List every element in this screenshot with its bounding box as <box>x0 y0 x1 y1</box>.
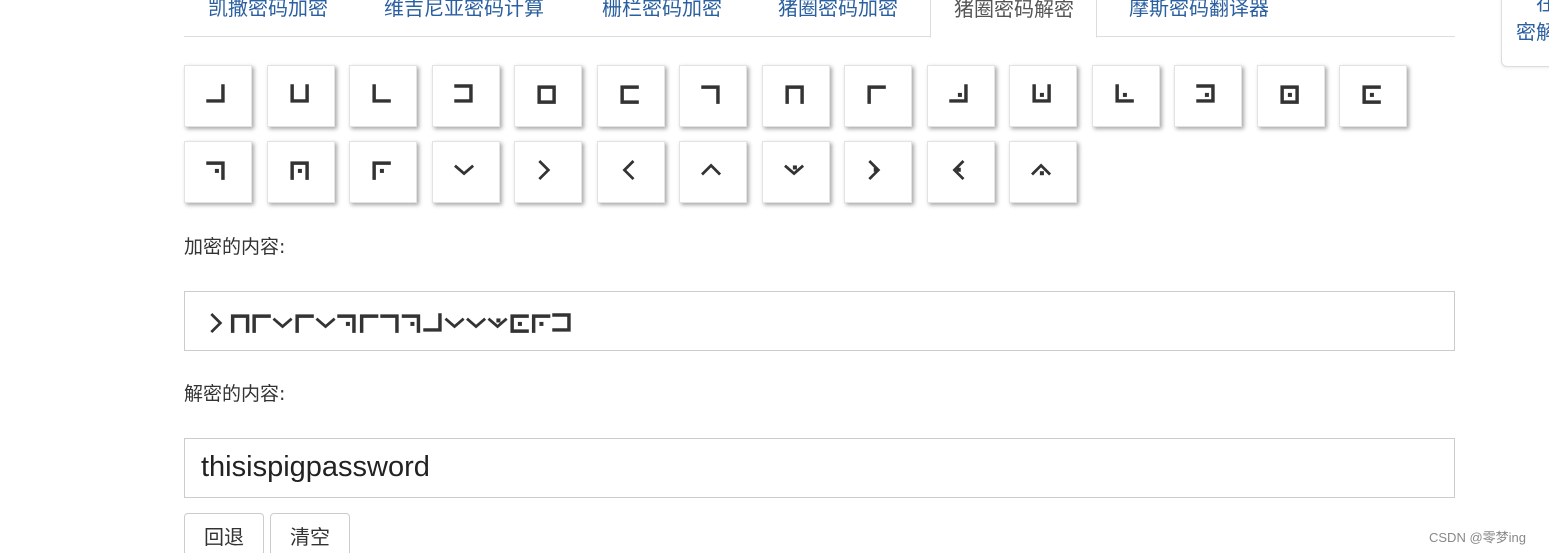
pigpen-symbol-button[interactable] <box>926 65 995 127</box>
pigpen-glyph-icon <box>951 160 964 181</box>
side-floating-widget[interactable]: 在 密解 <box>1501 0 1549 67</box>
pigpen-glyph-icon <box>1196 84 1215 103</box>
pigpen-glyph-icon <box>701 163 722 176</box>
pigpen-glyph-icon <box>372 84 391 103</box>
pigpen-glyph-icon <box>289 161 309 180</box>
pigpen-symbol-button[interactable] <box>679 141 747 203</box>
pigpen-glyph-icon <box>289 84 309 103</box>
pigpen-glyph-icon <box>948 84 968 103</box>
pigpen-symbol-button[interactable] <box>349 65 417 127</box>
pigpen-glyph-icon <box>453 164 474 176</box>
pigpen-symbol-button[interactable] <box>1174 65 1242 127</box>
pigpen-glyph-icon <box>1362 85 1381 104</box>
tab-morse-translator[interactable]: 摩斯密码翻译器 <box>1129 0 1269 35</box>
pigpen-symbol-button[interactable] <box>926 141 995 203</box>
pigpen-glyph-icon <box>537 85 556 104</box>
tab-railfence-encrypt[interactable]: 栅栏密码加密 <box>602 0 722 35</box>
tab-pigpen-decrypt[interactable]: 猪圈密码解密 <box>930 0 1097 38</box>
encrypted-symbols <box>210 313 571 334</box>
pigpen-symbol-button[interactable] <box>431 141 500 203</box>
pigpen-symbol-button[interactable] <box>266 65 335 127</box>
pigpen-symbol-button[interactable] <box>844 65 912 127</box>
pigpen-glyph-icon <box>784 85 804 104</box>
pigpen-glyph-icon <box>1279 85 1299 104</box>
decrypted-text: thisispigpassword <box>201 451 430 483</box>
pigpen-glyph-icon <box>867 85 886 104</box>
pigpen-symbol-button[interactable] <box>514 141 582 203</box>
tab-caesar-encrypt[interactable]: 凯撒密码加密 <box>208 0 328 35</box>
pigpen-glyph-icon <box>453 84 473 103</box>
pigpen-glyph-icon <box>1114 84 1134 103</box>
decrypted-label: 解密的内容: <box>184 383 286 405</box>
pigpen-symbol-button[interactable] <box>184 65 252 127</box>
pigpen-symbol-button[interactable] <box>679 65 747 127</box>
watermark: CSDN @零梦ing <box>1429 530 1526 545</box>
pigpen-glyph-icon <box>701 85 720 104</box>
pigpen-glyph-icon <box>372 161 391 180</box>
pigpen-symbol-button[interactable] <box>761 141 830 203</box>
pigpen-glyph-icon <box>206 161 225 180</box>
pigpen-decrypt-page: 凯撒密码加密 维吉尼亚密码计算 栅栏密码加密 猪圈密码加密 猪圈密码解密 摩斯密… <box>0 0 1549 553</box>
pigpen-glyph-icon <box>783 164 804 176</box>
pigpen-symbol-button[interactable] <box>184 141 252 203</box>
pigpen-symbol-button[interactable] <box>514 65 582 127</box>
pigpen-symbol-button[interactable] <box>431 65 500 127</box>
pigpen-symbol-button[interactable] <box>266 141 335 203</box>
pigpen-symbol-button[interactable] <box>1256 65 1325 127</box>
pigpen-glyph-icon <box>538 160 551 181</box>
pigpen-glyph-icon <box>1031 163 1052 176</box>
encrypted-label: 加密的内容: <box>184 236 286 258</box>
tab-vigenere-calc[interactable]: 维吉尼亚密码计算 <box>384 0 544 35</box>
pigpen-symbol-button[interactable] <box>596 65 665 127</box>
pigpen-symbol-button[interactable] <box>761 65 830 127</box>
pigpen-glyph-icon <box>621 160 634 181</box>
clear-button[interactable]: 清空 <box>270 513 350 553</box>
pigpen-symbol-button[interactable] <box>844 141 912 203</box>
pigpen-glyph-icon <box>868 160 881 181</box>
pigpen-symbol-button[interactable] <box>349 141 417 203</box>
pigpen-symbol-button[interactable] <box>1009 141 1077 203</box>
encrypted-input[interactable] <box>184 291 1455 351</box>
pigpen-glyph-icon <box>206 84 225 103</box>
pigpen-symbol-button[interactable] <box>1091 65 1160 127</box>
pigpen-symbol-button[interactable] <box>1009 65 1077 127</box>
decrypted-output[interactable]: thisispigpassword <box>184 438 1455 498</box>
pigpen-glyph-icon <box>1032 84 1051 103</box>
tab-pigpen-encrypt[interactable]: 猪圈密码加密 <box>778 0 898 35</box>
back-button[interactable]: 回退 <box>184 513 264 553</box>
tab-bar: 凯撒密码加密 维吉尼亚密码计算 栅栏密码加密 猪圈密码加密 猪圈密码解密 摩斯密… <box>184 0 1455 38</box>
pigpen-symbol-button[interactable] <box>1339 65 1407 127</box>
pigpen-glyph-icon <box>619 85 639 104</box>
pigpen-symbol-button[interactable] <box>596 141 665 203</box>
